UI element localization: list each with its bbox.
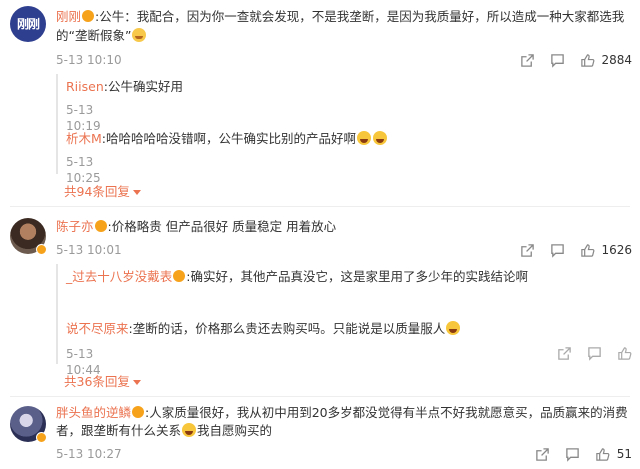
more-replies-link[interactable]: 共36条回复 — [64, 374, 141, 390]
like-icon[interactable] — [579, 242, 595, 258]
chevron-down-icon — [132, 190, 141, 195]
timestamp: 5-13 10:10 — [56, 53, 122, 67]
chevron-down-icon — [132, 380, 141, 385]
comment-actions: 2884 — [519, 52, 632, 68]
comment-text: 陈子亦:价格略贵 但产品很好 质量稳定 用着放心 — [56, 219, 337, 234]
username[interactable]: 胖头鱼的逆鳞 — [56, 405, 131, 420]
comment-icon[interactable] — [549, 52, 565, 68]
vip-badge-icon — [82, 10, 95, 22]
reply-item: _过去十八岁没戴表:确实好，其他产品真没它，这是家里用了多少年的实践结论啊 — [66, 269, 528, 284]
like-icon[interactable] — [595, 446, 611, 462]
comment-icon[interactable] — [549, 242, 565, 258]
reply-item: 说不尽原来:垄断的话，价格那么贵还去购买吗。只能说是以质量服人 — [66, 320, 461, 338]
comment-text-line2: 的“垄断假象” — [56, 27, 147, 45]
comment-icon[interactable] — [565, 446, 581, 462]
reply-timestamp: 5-13 10:25 — [66, 155, 101, 185]
like-count: 2884 — [601, 53, 632, 67]
username[interactable]: 刚刚 — [56, 9, 81, 24]
share-icon[interactable] — [519, 52, 535, 68]
laugh-emoji-icon — [357, 131, 372, 145]
reply-username[interactable]: 说不尽原来 — [66, 321, 129, 336]
comment-actions: 1626 — [519, 242, 632, 258]
laugh-emoji-icon — [182, 423, 197, 437]
laugh-emoji-icon — [446, 321, 461, 335]
divider — [10, 396, 630, 397]
like-count: 51 — [616, 447, 632, 461]
reply-actions — [556, 345, 632, 361]
divider — [10, 206, 630, 207]
comment-text-line2: 者，跟垄断有什么关系 我自愿购买的 — [56, 423, 273, 438]
verified-badge-icon — [36, 244, 47, 255]
comment-icon[interactable] — [586, 345, 602, 361]
timestamp: 5-13 10:01 — [56, 243, 122, 257]
avatar[interactable]: 刚刚 — [10, 6, 46, 42]
reply-username[interactable]: Riisen — [66, 79, 104, 94]
reply-item: Riisen:公牛确实好用 — [66, 79, 183, 94]
comment-text: 胖头鱼的逆鳞:人家质量很好，我从初中用到20多岁都没觉得有半点不好我就愿意买，品… — [56, 405, 628, 420]
more-replies-link[interactable]: 共94条回复 — [64, 184, 141, 200]
share-icon[interactable] — [519, 242, 535, 258]
timestamp: 5-13 10:27 — [56, 447, 122, 461]
verified-badge-icon — [36, 432, 47, 443]
username[interactable]: 陈子亦 — [56, 219, 94, 234]
laugh-emoji-icon — [373, 131, 388, 145]
comment-text: 刚刚:公牛：我配合，因为你一查就会发现，不是我垄断，是因为我质量好，所以造成一种… — [56, 9, 625, 24]
comment-actions: 51 — [535, 446, 632, 462]
vip-badge-icon — [173, 270, 186, 282]
like-count: 1626 — [601, 243, 632, 257]
vip-badge-icon — [132, 406, 145, 418]
reply-box: Riisen:公牛确实好用 5-13 10:19 析木M:哈哈哈哈哈没错啊，公牛… — [56, 74, 388, 185]
share-icon[interactable] — [535, 446, 551, 462]
reply-item: 析木M:哈哈哈哈哈没错啊，公牛确实比别的产品好啊 — [66, 130, 388, 148]
reply-box: _过去十八岁没戴表:确实好，其他产品真没它，这是家里用了多少年的实践结论啊 说不… — [56, 264, 528, 377]
vip-badge-icon — [94, 220, 107, 232]
emoji-icon — [132, 28, 147, 42]
reply-username[interactable]: _过去十八岁没戴表 — [66, 269, 172, 284]
share-icon[interactable] — [556, 345, 572, 361]
reply-username[interactable]: 析木M — [66, 131, 102, 146]
like-icon[interactable] — [616, 345, 632, 361]
like-icon[interactable] — [579, 52, 595, 68]
